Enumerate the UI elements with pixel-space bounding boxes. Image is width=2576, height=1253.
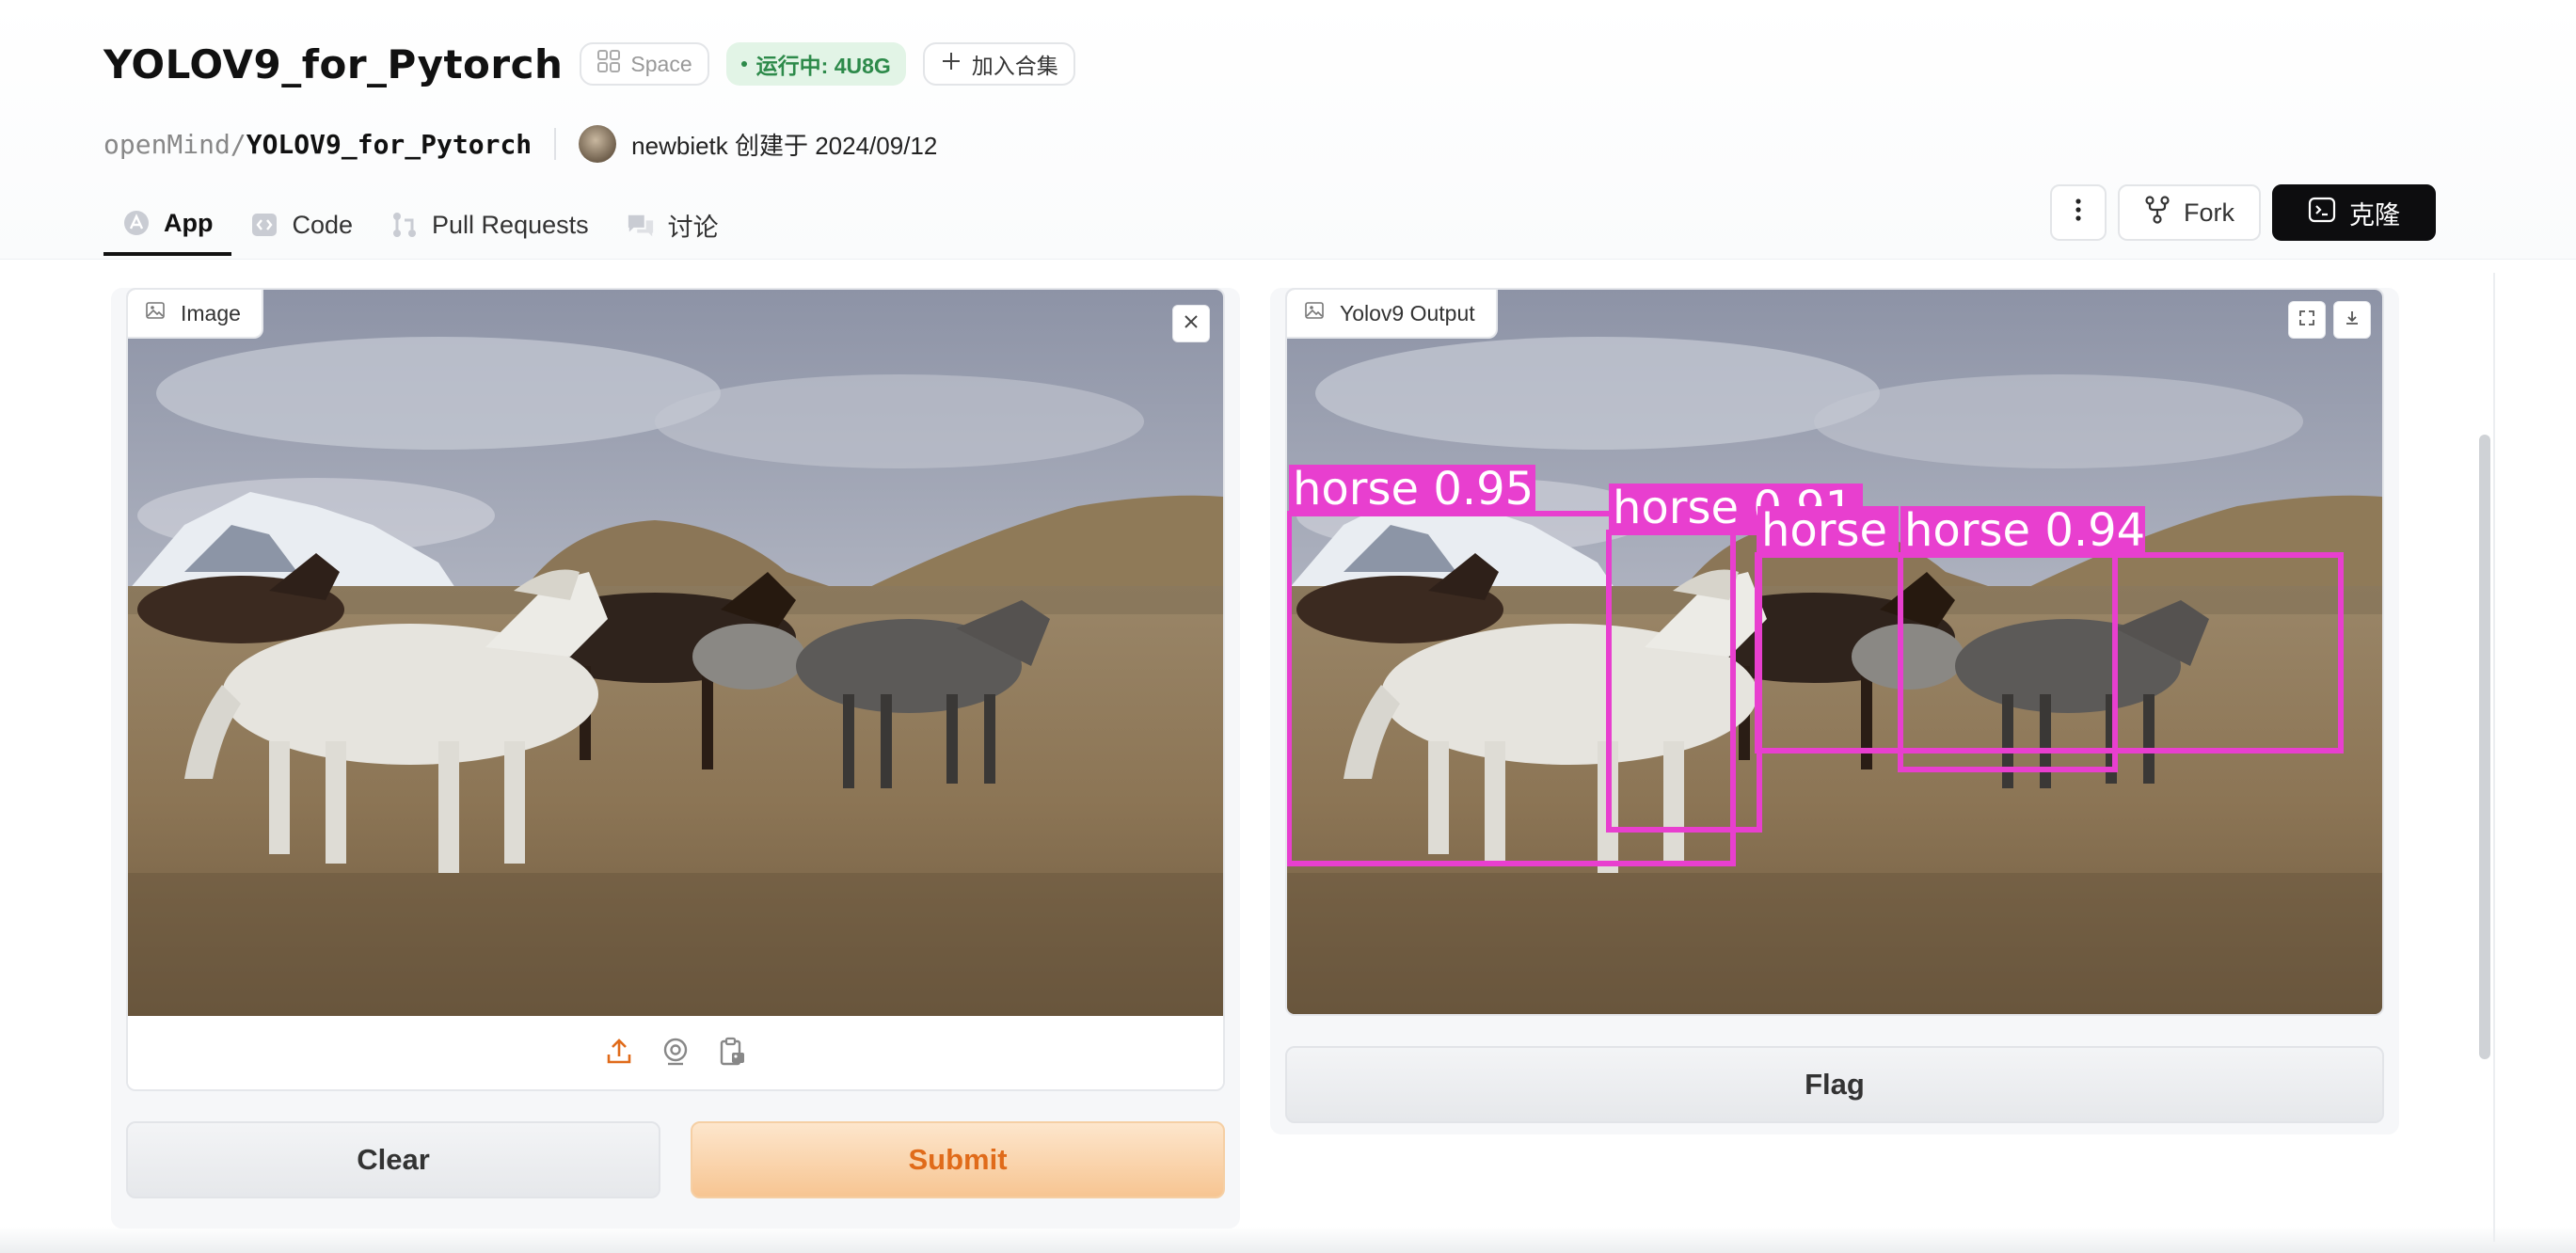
add-to-collection-button[interactable]: 加入合集	[922, 42, 1075, 86]
title-row: YOLOV9_for_Pytorch Space 运行中: 4U8G 加入合集	[103, 38, 1075, 90]
detection-label: horse 0.94	[1904, 504, 2145, 557]
fork-button[interactable]: Fork	[2118, 184, 2261, 241]
creator-info: newbietk 创建于 2024/09/12	[631, 131, 938, 160]
grid-icon	[596, 49, 621, 79]
more-options-button[interactable]	[2050, 184, 2107, 241]
page-title: YOLOV9_for_Pytorch	[103, 40, 564, 87]
clear-button[interactable]: Clear	[126, 1121, 660, 1198]
source-selector	[128, 1016, 1223, 1089]
image-icon	[1304, 300, 1325, 326]
image-label-text: Image	[181, 300, 241, 325]
close-icon	[1183, 313, 1200, 335]
tab-label: Code	[292, 210, 354, 239]
remove-image-button[interactable]	[1172, 305, 1210, 342]
detection-label: horse 0.95	[1293, 463, 1534, 515]
fullscreen-icon	[2298, 309, 2315, 331]
tab-label: 讨论	[667, 213, 719, 242]
image-output: horse 0.95 horse 0.91 horse horse 0.94 Yolo…	[1285, 288, 2384, 1016]
space-chip[interactable]: Space	[580, 42, 709, 86]
code-icon	[250, 211, 278, 239]
output-panel: horse 0.95 horse 0.91 horse horse 0.94 Yolo…	[1270, 288, 2399, 1134]
output-label: Yolov9 Output	[1287, 290, 1498, 339]
webcam-icon[interactable]	[660, 1037, 691, 1071]
app-frame: Image Clear Submit horse 0.95 horse 0.91…	[111, 273, 2495, 1242]
tab-app[interactable]: App	[103, 194, 232, 256]
repo-name: YOLOV9_for_Pytorch	[246, 128, 533, 160]
image-icon	[145, 300, 166, 326]
tab-pull-requests[interactable]: Pull Requests	[372, 194, 608, 256]
repo-actions: Fork 克隆	[2050, 184, 2436, 241]
tab-bar: App Code Pull Requests 讨论	[103, 194, 738, 256]
add-to-collection-label: 加入合集	[971, 54, 1058, 78]
app-icon	[122, 209, 151, 237]
page-header: YOLOV9_for_Pytorch Space 运行中: 4U8G 加入合集 …	[0, 0, 2576, 260]
avatar[interactable]	[579, 125, 617, 163]
pull-request-icon	[390, 211, 419, 239]
download-icon	[2344, 309, 2361, 331]
tab-code[interactable]: Code	[231, 194, 372, 256]
fork-icon	[2144, 195, 2171, 230]
space-chip-label: Space	[630, 51, 692, 76]
flag-button[interactable]: Flag	[1285, 1046, 2384, 1123]
owner-link[interactable]: openMind/	[103, 129, 246, 160]
clone-button[interactable]: 克隆	[2272, 184, 2436, 241]
output-image: horse 0.95 horse 0.91horse horse 0.94	[1287, 290, 2382, 1016]
breadcrumb: openMind/ YOLOV9_for_Pytorch newbietk 创建…	[103, 120, 937, 167]
fork-label: Fork	[2184, 198, 2234, 227]
running-status-badge: 运行中: 4U8G	[725, 42, 906, 86]
scrollbar-thumb[interactable]	[2479, 435, 2490, 1059]
discussion-icon	[627, 211, 655, 239]
divider	[554, 128, 557, 160]
clone-label: 克隆	[2349, 200, 2400, 230]
tab-label: App	[164, 208, 214, 237]
scrollbar[interactable]	[2471, 290, 2495, 1240]
kebab-menu-icon	[2075, 198, 2082, 229]
fullscreen-button[interactable]	[2288, 301, 2326, 339]
plus-icon	[940, 50, 962, 78]
image-input[interactable]: Image	[126, 288, 1225, 1091]
page-bottom-edge	[0, 1227, 2576, 1253]
submit-button[interactable]: Submit	[691, 1121, 1225, 1198]
output-label-text: Yolov9 Output	[1340, 300, 1475, 325]
terminal-icon	[2308, 196, 2336, 230]
image-input-label: Image	[128, 290, 263, 339]
input-panel: Image Clear Submit	[111, 288, 1240, 1229]
input-image	[128, 290, 1223, 1016]
tab-discussion[interactable]: 讨论	[608, 194, 738, 256]
tab-label: Pull Requests	[432, 210, 589, 239]
running-status-label: 运行中: 4U8G	[755, 54, 891, 78]
clipboard-icon[interactable]	[717, 1037, 747, 1071]
upload-icon[interactable]	[604, 1037, 634, 1071]
detection-label: horse	[1761, 504, 1887, 557]
status-dot-icon	[740, 61, 747, 67]
download-button[interactable]	[2333, 301, 2371, 339]
